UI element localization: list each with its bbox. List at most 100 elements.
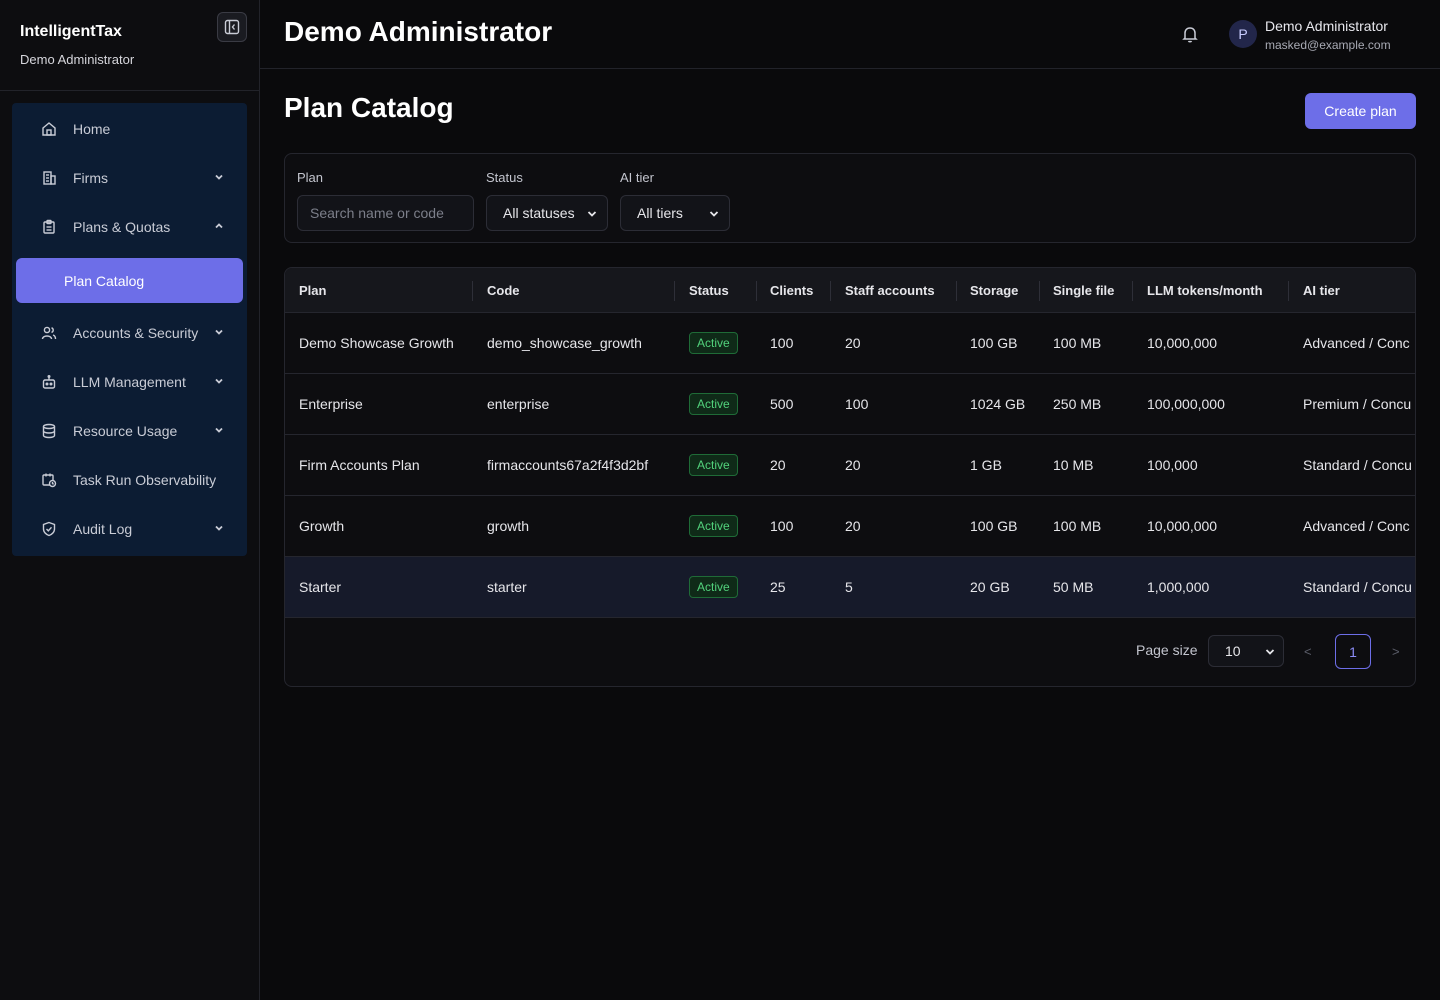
cell-clients: 25 bbox=[770, 579, 786, 595]
cell-tokens: 1,000,000 bbox=[1147, 579, 1210, 595]
notifications-button[interactable] bbox=[1180, 24, 1200, 44]
sidebar-item-llm-management[interactable]: LLM Management bbox=[12, 362, 247, 402]
sidebar-item-task-run-observability[interactable]: Task Run Observability bbox=[12, 460, 247, 500]
cell-single-file: 10 MB bbox=[1053, 457, 1094, 473]
sidebar-item-audit-log[interactable]: Audit Log bbox=[12, 509, 247, 549]
page-title: Plan Catalog bbox=[284, 92, 454, 123]
cell-plan: Starter bbox=[299, 579, 342, 595]
collapse-sidebar-button[interactable] bbox=[217, 12, 247, 42]
table-header: Plan Code Status Clients Staff accounts … bbox=[285, 268, 1415, 313]
table-row[interactable]: Growth growth Active 100 20 100 GB 100 M… bbox=[285, 496, 1415, 557]
column-header-storage[interactable]: Storage bbox=[970, 283, 1018, 298]
cell-clients: 500 bbox=[770, 396, 794, 412]
current-page-button[interactable]: 1 bbox=[1335, 634, 1371, 669]
sidebar-item-label: Accounts & Security bbox=[73, 325, 199, 341]
tier-filter-label: AI tier bbox=[620, 170, 654, 185]
column-header-plan[interactable]: Plan bbox=[299, 283, 326, 298]
cell-code: enterprise bbox=[487, 396, 550, 412]
sidebar-item-firms[interactable]: Firms bbox=[12, 158, 247, 198]
cell-code: starter bbox=[487, 579, 527, 595]
header-title: Demo Administrator bbox=[284, 16, 553, 47]
cell-clients: 100 bbox=[770, 518, 794, 534]
sidebar-item-label: Task Run Observability bbox=[73, 472, 217, 488]
chevron-down-icon bbox=[215, 525, 223, 531]
cell-ai-tier: Premium / Concu bbox=[1303, 396, 1412, 412]
column-header-llm-tokens[interactable]: LLM tokens/month bbox=[1147, 283, 1263, 298]
cell-tokens: 100,000,000 bbox=[1147, 396, 1225, 412]
chevron-down-icon bbox=[215, 174, 223, 180]
cell-tokens: 10,000,000 bbox=[1147, 518, 1218, 534]
cell-plan: Demo Showcase Growth bbox=[299, 335, 454, 351]
user-name: Demo Administrator bbox=[1265, 18, 1388, 34]
cell-staff: 20 bbox=[845, 335, 861, 351]
sidebar-item-resource-usage[interactable]: Resource Usage bbox=[12, 411, 247, 451]
robot-icon bbox=[40, 373, 58, 391]
status-select[interactable]: All statuses bbox=[486, 195, 608, 231]
cell-plan: Growth bbox=[299, 518, 345, 534]
tier-select-value: All tiers bbox=[637, 205, 683, 221]
column-header-clients[interactable]: Clients bbox=[770, 283, 813, 298]
chevron-down-icon bbox=[1265, 649, 1275, 655]
database-icon bbox=[40, 422, 58, 440]
cell-tokens: 100,000 bbox=[1147, 457, 1198, 473]
cell-staff: 5 bbox=[845, 579, 853, 595]
column-header-single-file[interactable]: Single file bbox=[1053, 283, 1114, 298]
table-row[interactable]: Demo Showcase Growth demo_showcase_growt… bbox=[285, 313, 1415, 374]
shield-check-icon bbox=[40, 520, 58, 538]
chevron-down-icon bbox=[215, 378, 223, 384]
status-badge: Active bbox=[689, 576, 738, 598]
sidebar-item-plan-catalog[interactable]: Plan Catalog bbox=[16, 258, 243, 303]
sidebar-item-home[interactable]: Home bbox=[12, 109, 247, 149]
avatar[interactable]: P bbox=[1229, 20, 1257, 48]
cell-single-file: 50 MB bbox=[1053, 579, 1094, 595]
table-row[interactable]: Firm Accounts Plan firmaccounts67a2f4f3d… bbox=[285, 435, 1415, 496]
cell-ai-tier: Standard / Concu bbox=[1303, 457, 1412, 473]
column-header-staff-accounts[interactable]: Staff accounts bbox=[845, 283, 935, 298]
sidebar-item-plans-quotas[interactable]: Plans & Quotas bbox=[12, 207, 247, 247]
cell-storage: 20 GB bbox=[970, 579, 1010, 595]
cell-storage: 1024 GB bbox=[970, 396, 1026, 412]
chevron-down-icon bbox=[587, 211, 597, 217]
next-page-button[interactable]: > bbox=[1392, 644, 1400, 659]
status-badge: Active bbox=[689, 454, 738, 476]
bell-icon bbox=[1182, 27, 1198, 43]
cell-code: demo_showcase_growth bbox=[487, 335, 642, 351]
page-size-select[interactable]: 10 bbox=[1208, 635, 1284, 667]
app: IntelligentTax Demo Administrator Home F… bbox=[0, 0, 1440, 1000]
calendar-clock-icon bbox=[40, 471, 58, 489]
home-icon bbox=[40, 120, 58, 138]
cell-single-file: 250 MB bbox=[1053, 396, 1102, 412]
cell-code: growth bbox=[487, 518, 530, 534]
clipboard-icon bbox=[40, 218, 58, 236]
page-size-value: 10 bbox=[1225, 643, 1241, 659]
sidebar-item-accounts-security[interactable]: Accounts & Security bbox=[12, 313, 247, 353]
plan-search-input[interactable]: Search name or code bbox=[297, 195, 474, 231]
sidebar-nav: Home Firms Plans & Quotas Plan Catalog A… bbox=[12, 103, 247, 556]
column-header-code[interactable]: Code bbox=[487, 283, 520, 298]
table-row[interactable]: Enterprise enterprise Active 500 100 102… bbox=[285, 374, 1415, 435]
chevron-up-icon bbox=[215, 223, 223, 229]
sidebar-item-label: Plans & Quotas bbox=[73, 219, 171, 235]
cell-clients: 100 bbox=[770, 335, 794, 351]
sidebar-item-label: LLM Management bbox=[73, 374, 186, 390]
chevron-down-icon bbox=[215, 329, 223, 335]
brand-name: IntelligentTax bbox=[20, 23, 122, 40]
building-icon bbox=[40, 169, 58, 187]
cell-clients: 20 bbox=[770, 457, 786, 473]
column-header-status[interactable]: Status bbox=[689, 283, 729, 298]
user-email: masked@example.com bbox=[1265, 38, 1391, 52]
filter-panel: Plan Search name or code Status All stat… bbox=[284, 153, 1416, 243]
cell-ai-tier: Advanced / Conc bbox=[1303, 518, 1410, 534]
sidebar: IntelligentTax Demo Administrator Home F… bbox=[0, 0, 260, 1000]
brand-subtitle: Demo Administrator bbox=[20, 52, 135, 67]
status-badge: Active bbox=[689, 332, 738, 354]
column-header-ai-tier[interactable]: AI tier bbox=[1303, 283, 1340, 298]
tier-select[interactable]: All tiers bbox=[620, 195, 730, 231]
table-row[interactable]: Starter starter Active 25 5 20 GB 50 MB … bbox=[285, 557, 1415, 618]
cell-ai-tier: Advanced / Conc bbox=[1303, 335, 1410, 351]
prev-page-button[interactable]: < bbox=[1304, 644, 1312, 659]
sidebar-item-label: Resource Usage bbox=[73, 423, 178, 439]
sidebar-collapse-icon bbox=[224, 19, 240, 35]
create-plan-button[interactable]: Create plan bbox=[1305, 93, 1416, 129]
status-badge: Active bbox=[689, 515, 738, 537]
